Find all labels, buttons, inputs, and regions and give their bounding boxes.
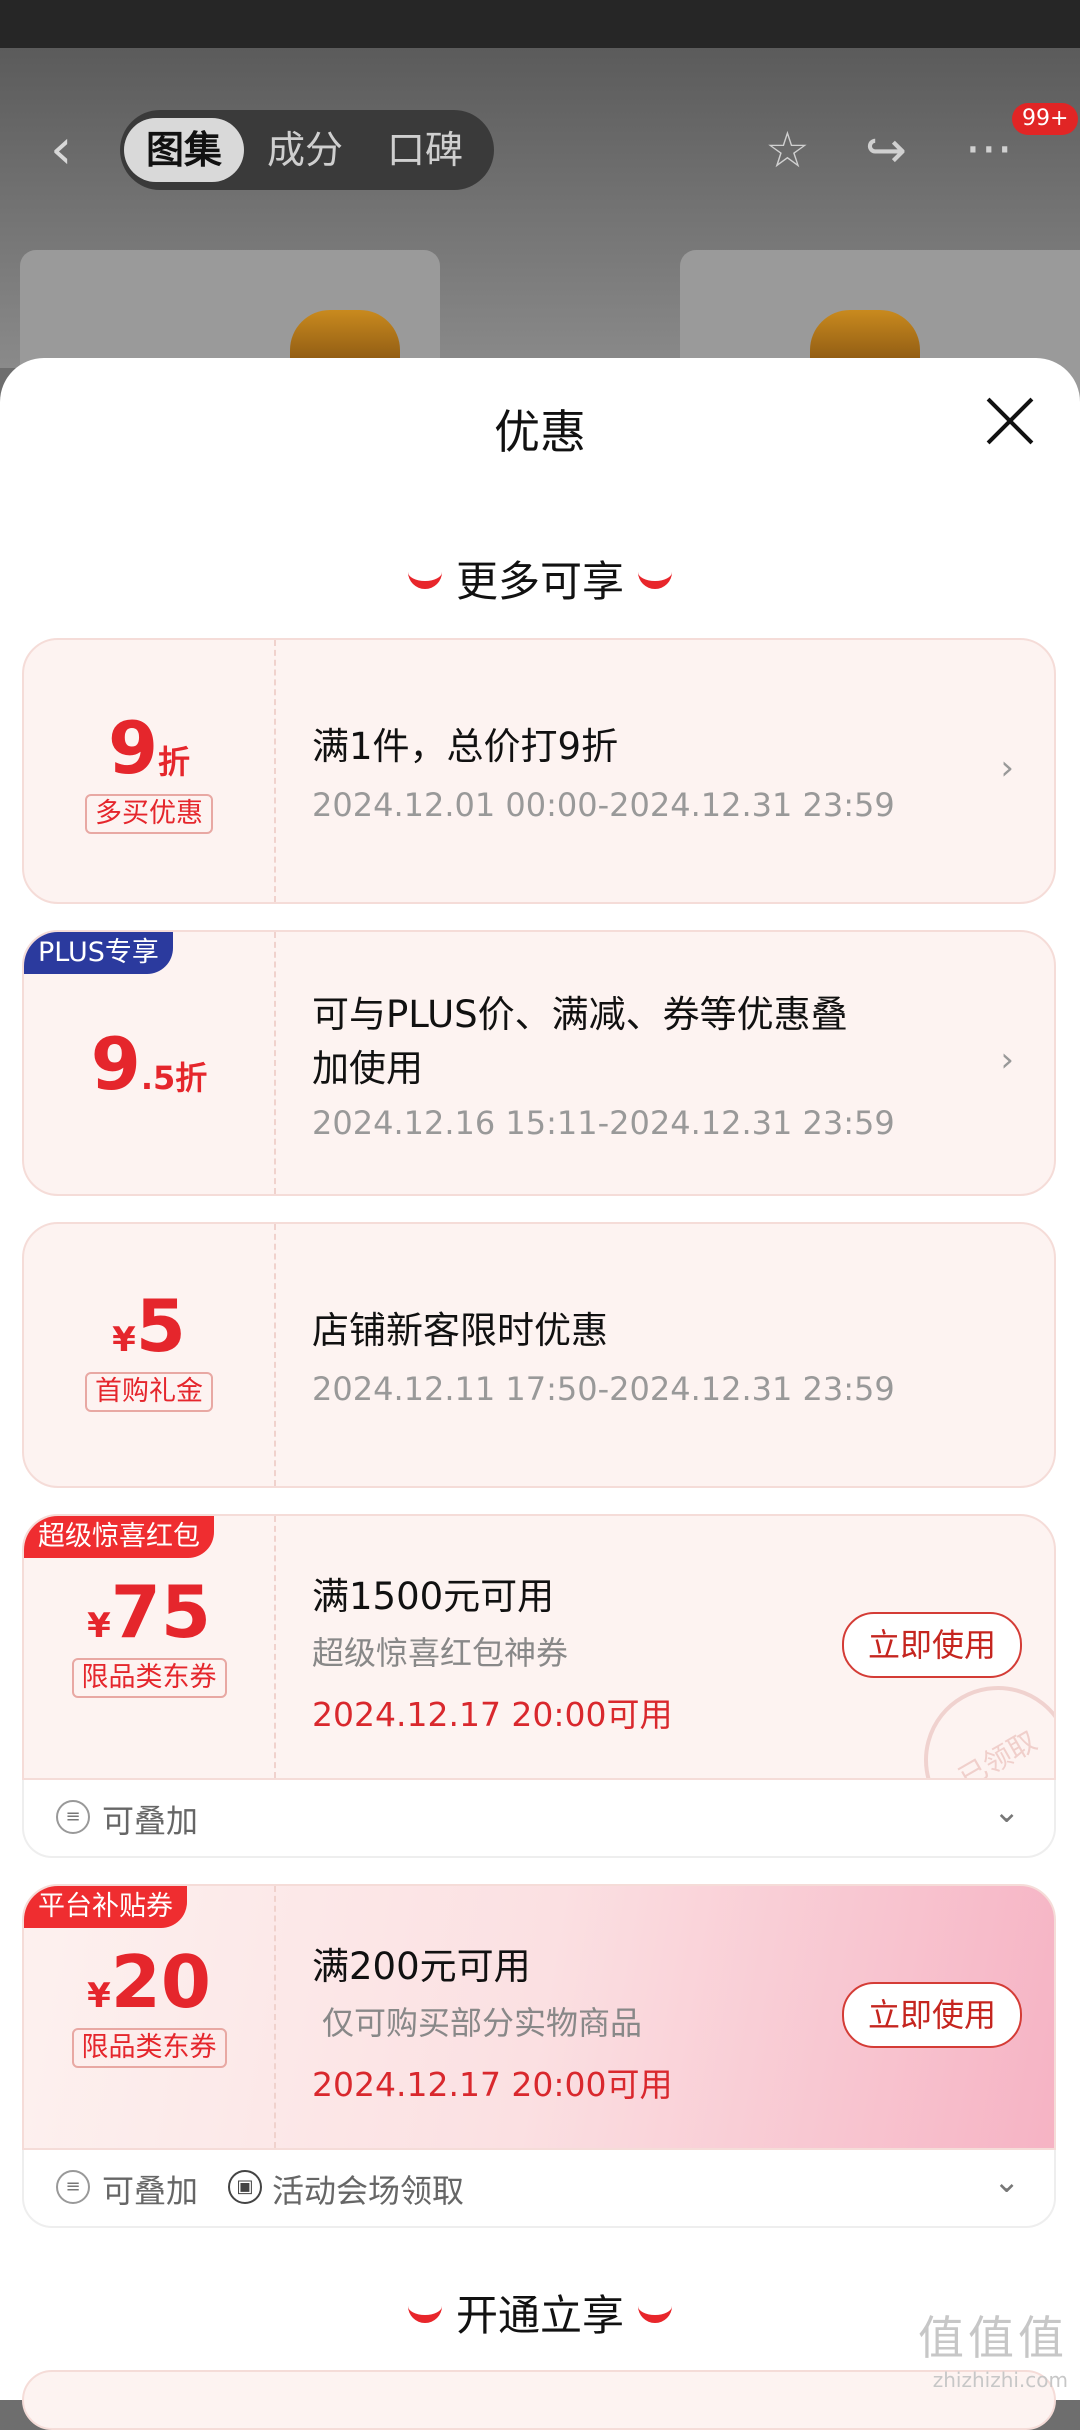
coupon-footer[interactable]: ≡ 可叠加 ▣ 活动会场领取 ⌄: [22, 2150, 1056, 2228]
section-title: 更多可享: [455, 557, 624, 606]
stackable-label: 可叠加: [102, 2172, 199, 2210]
smile-icon: [407, 565, 442, 589]
tab-bar: 图集 成分 口碑: [120, 110, 494, 190]
offer-card-partial[interactable]: [22, 2370, 1056, 2430]
chevron-right-icon[interactable]: ›: [1000, 748, 1014, 788]
offer-date: 2024.12.11 17:50-2024.12.31 23:59: [312, 1370, 895, 1408]
surprise-badge: 超级惊喜红包: [24, 1516, 214, 1558]
coupon-tag: 限品类东券: [71, 1658, 227, 1698]
coupon-title: 满200元可用: [312, 1945, 531, 1988]
offer-date: 2024.12.16 15:11-2024.12.31 23:59: [312, 1104, 895, 1142]
coupon-value: ¥20 限品类东券: [24, 1940, 274, 2068]
subsidy-badge: 平台补贴券: [24, 1886, 187, 1928]
back-icon[interactable]: ‹: [50, 122, 90, 178]
discount-unit: .5折: [140, 1059, 208, 1097]
stackable-label: 可叠加: [102, 1802, 199, 1840]
status-bar: [0, 0, 1080, 48]
coupon-card[interactable]: 平台补贴券 ¥20 限品类东券 满200元可用 仅可购买部分实物商品 2024.…: [22, 1884, 1056, 2150]
tab-ingredients[interactable]: 成分: [250, 118, 360, 182]
coupon-subtitle: 仅可购买部分实物商品: [322, 2004, 643, 2042]
coupon-available-time: 2024.12.17 20:00可用: [312, 1695, 673, 1734]
watermark-url: zhizhizhi.com: [932, 2368, 1068, 2392]
divider: [274, 932, 276, 1194]
chevron-down-icon[interactable]: ⌄: [993, 1792, 1020, 1830]
discount-number: 9: [107, 706, 159, 790]
smile-icon: [638, 2299, 672, 2323]
divider: [274, 640, 276, 902]
notification-badge: 99+: [1012, 103, 1079, 135]
offer-tag: 多买优惠: [85, 794, 213, 834]
coupon-card[interactable]: 超级惊喜红包 ¥75 限品类东券 满1500元可用 超级惊喜红包神券 2024.…: [22, 1514, 1056, 1780]
smile-icon: [407, 2299, 442, 2323]
chevron-right-icon[interactable]: ›: [1000, 1040, 1014, 1080]
currency-symbol: ¥: [87, 1976, 111, 2016]
offer-value: ¥5 首购礼金: [24, 1284, 274, 1412]
coupon-footer[interactable]: ≡ 可叠加 ⌄: [22, 1780, 1056, 1858]
sheet-title: 优惠: [494, 405, 586, 459]
section-more: 更多可享: [0, 548, 1080, 609]
offer-card[interactable]: ¥5 首购礼金 店铺新客限时优惠 2024.12.11 17:50-2024.1…: [22, 1222, 1056, 1488]
star-icon[interactable]: ☆: [765, 120, 810, 180]
more-icon[interactable]: ···: [965, 120, 1013, 180]
offer-title: 满1件，总价打9折: [312, 725, 619, 768]
offer-title-line1: 可与PLUS价、满减、券等优惠叠: [312, 993, 848, 1036]
offer-date: 2024.12.01 00:00-2024.12.31 23:59: [312, 786, 895, 824]
coupon-title: 满1500元可用: [312, 1575, 555, 1618]
section-title: 开通立享: [455, 2291, 624, 2340]
offer-card[interactable]: 9折 多买优惠 满1件，总价打9折 2024.12.01 00:00-2024.…: [22, 638, 1056, 904]
stack-icon: ≡: [56, 1800, 90, 1834]
smile-icon: [638, 565, 672, 589]
ticket-icon: ▣: [228, 2170, 262, 2204]
top-nav: ‹ 图集 成分 口碑 ☆ ↪ ··· 99+: [0, 103, 1080, 195]
use-now-button[interactable]: 立即使用: [842, 1982, 1022, 2048]
divider: [274, 1516, 276, 1778]
share-icon[interactable]: ↪: [865, 120, 907, 180]
offer-value: 9.5折: [24, 1022, 274, 1106]
amount-number: 5: [135, 1284, 186, 1368]
watermark-logo: 值值值: [918, 2311, 1068, 2365]
close-icon[interactable]: [985, 396, 1035, 446]
event-claim-label: 活动会场领取: [272, 2172, 465, 2210]
divider: [274, 1224, 276, 1486]
chevron-down-icon[interactable]: ⌄: [993, 2162, 1020, 2200]
plus-badge: PLUS专享: [24, 932, 173, 974]
coupon-subtitle: 超级惊喜红包神券: [312, 1634, 569, 1672]
currency-symbol: ¥: [87, 1606, 111, 1646]
coupon-tag: 限品类东券: [71, 2028, 227, 2068]
watermark: 值值值 zhizhizhi.com: [918, 2302, 1068, 2392]
coupon-value: ¥75 限品类东券: [24, 1570, 274, 1698]
tab-gallery[interactable]: 图集: [124, 118, 244, 182]
offer-value: 9折 多买优惠: [24, 706, 274, 834]
offer-title: 店铺新客限时优惠: [312, 1309, 608, 1352]
discount-unit: 折: [158, 743, 191, 781]
discount-number: 9: [90, 1022, 141, 1106]
use-now-button[interactable]: 立即使用: [842, 1612, 1022, 1678]
offer-title-line2: 加使用: [312, 1047, 423, 1090]
tab-reviews[interactable]: 口碑: [370, 118, 480, 182]
coupon-available-time: 2024.12.17 20:00可用: [312, 2065, 673, 2104]
amount-number: 20: [110, 1940, 211, 2024]
offer-tag: 首购礼金: [85, 1372, 213, 1412]
currency-symbol: ¥: [112, 1320, 136, 1360]
amount-number: 75: [110, 1570, 211, 1654]
stack-icon: ≡: [56, 2170, 90, 2204]
offer-card[interactable]: PLUS专享 9.5折 可与PLUS价、满减、券等优惠叠 加使用 2024.12…: [22, 930, 1056, 1196]
divider: [274, 1886, 276, 2148]
